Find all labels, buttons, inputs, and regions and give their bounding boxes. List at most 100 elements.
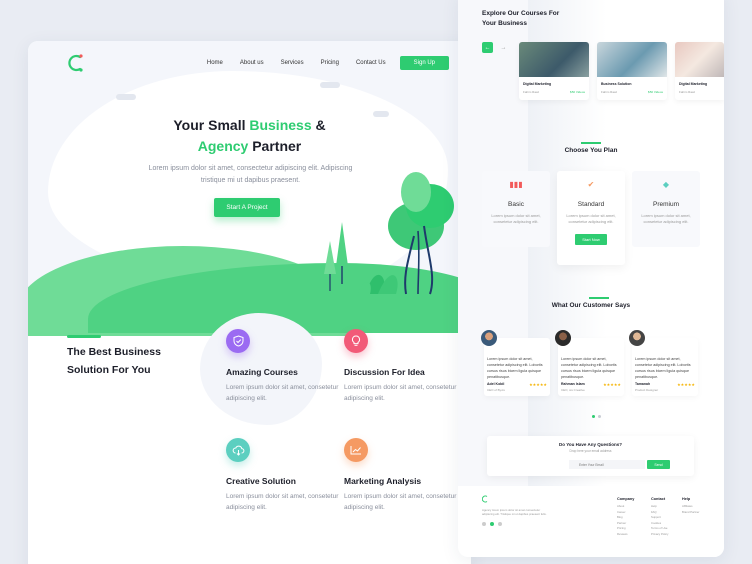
- question-subtitle: Drop here your email address: [569, 449, 612, 453]
- testimonial-quote: Lorem ipsum dolor sit amet, consetetur a…: [487, 357, 543, 379]
- newsletter-box: Do You Have Any Questions? Drop here you…: [487, 436, 694, 476]
- hero-title-highlight: Agency: [197, 138, 249, 154]
- feature-card[interactable]: Amazing Courses Lorem ipsum dolor sit am…: [226, 329, 346, 404]
- nav-contact[interactable]: Contact Us: [356, 60, 386, 66]
- rating-stars: ★★★★★: [529, 382, 547, 387]
- plan-name: Standard: [577, 201, 605, 208]
- rating-stars: ★★★★★: [677, 382, 695, 387]
- hero-title-highlight: Business: [249, 117, 312, 133]
- feature-title: Amazing Courses: [226, 367, 298, 377]
- footer-column-heading: Company: [617, 497, 635, 501]
- cloud-decoration: [320, 82, 340, 88]
- footer-logo-icon[interactable]: [482, 495, 488, 503]
- section-accent-bar: [67, 335, 101, 338]
- check-circle-icon: ✔: [587, 180, 595, 189]
- feature-description: Lorem ipsum dolor sit amet, consetetur a…: [226, 384, 339, 402]
- course-image: [675, 42, 724, 77]
- feature-title: Creative Solution: [226, 476, 296, 486]
- feature-description: Lorem ipsum dolor sit amet, consetetur a…: [344, 493, 457, 511]
- feature-card[interactable]: Creative Solution Lorem ipsum dolor sit …: [226, 438, 346, 513]
- footer-column-help: Help Affiliates Brand Partner: [682, 497, 699, 515]
- plan-card-basic[interactable]: ▮▮▮ Basic Lorem ipsum dolor sit amet, co…: [482, 171, 550, 247]
- footer-column-contact: Contact Help FAQ Support Cookies Terms o…: [651, 497, 668, 537]
- course-image: [597, 42, 667, 77]
- testimonial-quote: Lorem ipsum dolor sit amet, consetetur a…: [635, 357, 691, 379]
- landing-page-preview-continued: Explore Our Courses For Your Business ← …: [458, 0, 724, 557]
- nav-pricing[interactable]: Pricing: [321, 60, 339, 66]
- rating-stars: ★★★★★: [603, 382, 621, 387]
- brand-logo-icon[interactable]: [66, 53, 84, 73]
- plan-description: Lorem ipsum dolor sit amet, consetetur a…: [566, 213, 616, 224]
- footer-link[interactable]: Terms of Use: [651, 526, 668, 532]
- nav-home[interactable]: Home: [207, 60, 223, 66]
- feature-title: Discussion For Idea: [344, 367, 425, 377]
- plan-name: Premium: [652, 201, 679, 208]
- nav-about[interactable]: About us: [240, 60, 264, 66]
- start-now-button[interactable]: Start Now: [575, 234, 607, 245]
- hero-title-part: Partner: [248, 138, 302, 154]
- course-price: $50 Videos: [570, 90, 585, 94]
- start-project-button[interactable]: Start A Project: [214, 198, 280, 217]
- hero-title: Your Small Business & Agency Partner: [28, 115, 471, 157]
- twitter-icon[interactable]: [490, 522, 494, 526]
- feature-description: Lorem ipsum dolor sit amet, consetetur a…: [344, 384, 457, 402]
- next-arrow-icon[interactable]: →: [498, 42, 509, 53]
- nav-services[interactable]: Services: [281, 60, 304, 66]
- send-button[interactable]: Send: [647, 460, 670, 469]
- testimonials-heading: What Our Customer Says: [551, 302, 631, 309]
- hero-title-part: Your Small: [173, 117, 250, 133]
- carousel-dot[interactable]: [592, 415, 595, 418]
- plan-description: Lorem ipsum dolor sit amet, consetetur a…: [641, 213, 691, 224]
- avatar: [629, 330, 645, 346]
- testimonial-quote: Lorem ipsum dolor sit amet, consetetur a…: [561, 357, 617, 379]
- course-name: Business Solution: [601, 82, 632, 86]
- footer-column-heading: Help: [682, 497, 691, 501]
- question-title: Do You Have Any Questions?: [559, 442, 622, 447]
- footer-column-heading: Contact: [651, 497, 666, 501]
- course-name: Digital Marketing: [679, 82, 708, 86]
- testimonial-card[interactable]: Lorem ipsum dolor sit amet, consetetur a…: [629, 330, 698, 396]
- plan-name: Basic: [508, 201, 524, 208]
- course-meta: Fahim Raaz: [679, 90, 720, 94]
- plan-card-premium[interactable]: ◆ Premium Lorem ipsum dolor sit amet, co…: [632, 171, 700, 247]
- email-input[interactable]: [569, 460, 645, 469]
- cloud-icon: [226, 438, 250, 462]
- lightbulb-icon: [344, 329, 368, 353]
- facebook-icon[interactable]: [482, 522, 486, 526]
- section-accent-bar: [589, 297, 609, 299]
- plan-card-standard[interactable]: ✔ Standard Lorem ipsum dolor sit amet, c…: [557, 171, 625, 265]
- course-card[interactable]: Digital Marketing Fahim Raaz $50 Videos: [519, 42, 589, 100]
- carousel-dots: [592, 415, 601, 418]
- feature-title: Marketing Analysis: [344, 476, 422, 486]
- testimonial-card[interactable]: Lorem ipsum dolor sit amet, consetetur a…: [481, 330, 550, 396]
- feature-card[interactable]: Discussion For Idea Lorem ipsum dolor si…: [344, 329, 464, 404]
- footer-about: Agency lorem ipsum dolor sit amet consec…: [482, 508, 547, 516]
- avatar: [481, 330, 497, 346]
- footer: Agency lorem ipsum dolor sit amet consec…: [458, 486, 724, 557]
- prev-arrow-icon[interactable]: ←: [482, 42, 493, 53]
- signup-button[interactable]: Sign Up: [399, 56, 449, 70]
- instagram-icon[interactable]: [498, 522, 502, 526]
- footer-link[interactable]: Privacy Policy: [651, 532, 668, 538]
- carousel-dot[interactable]: [598, 415, 601, 418]
- testimonial-name: Adel Kobil: [487, 382, 505, 386]
- footer-link[interactable]: Reviews: [617, 532, 634, 538]
- footer-column-company: Company About Career Blog Partner Pricin…: [617, 497, 634, 537]
- course-author: Fahim Raaz: [523, 90, 540, 94]
- cloud-decoration: [116, 94, 136, 100]
- course-card[interactable]: Business Solution Fahim Raaz $50 Videos: [597, 42, 667, 100]
- testimonial-name: Tamanah: [635, 382, 651, 386]
- feature-card[interactable]: Marketing Analysis Lorem ipsum dolor sit…: [344, 438, 464, 513]
- testimonial-name: Rahman Islam: [561, 382, 585, 386]
- course-image: [519, 42, 589, 77]
- diamond-icon: ◆: [662, 180, 670, 189]
- explore-courses-heading: Explore Our Courses For Your Business: [482, 10, 560, 27]
- hero-title-part: &: [311, 117, 326, 133]
- course-card[interactable]: Digital Marketing Fahim Raaz: [675, 42, 724, 100]
- footer-link[interactable]: Brand Partner: [682, 510, 699, 516]
- course-name: Digital Marketing: [523, 82, 552, 86]
- testimonial-card[interactable]: Lorem ipsum dolor sit amet, consetetur a…: [555, 330, 624, 396]
- chart-icon: [344, 438, 368, 462]
- course-price: $50 Videos: [648, 90, 663, 94]
- testimonial-role: CEO of Byxis: [487, 388, 505, 392]
